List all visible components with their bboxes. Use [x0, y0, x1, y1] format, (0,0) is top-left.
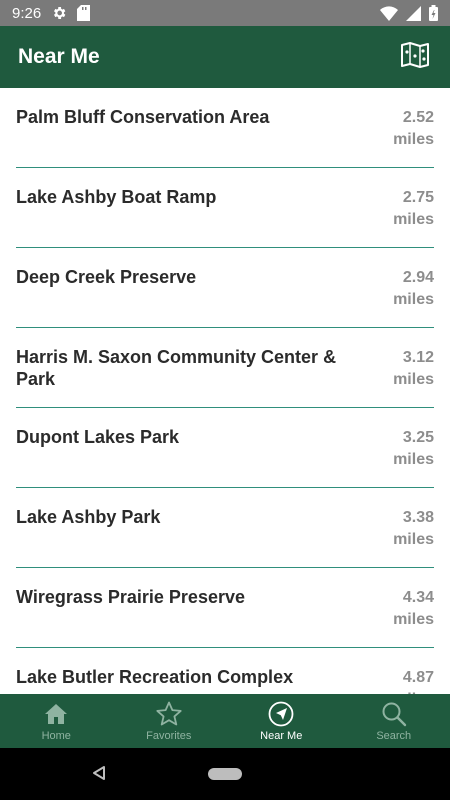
- map-icon: [400, 41, 430, 74]
- back-icon[interactable]: [92, 765, 106, 786]
- status-time: 9:26: [12, 4, 42, 22]
- place-distance: 2.75 miles: [390, 186, 434, 247]
- list-item[interactable]: Lake Ashby Park 3.38 miles: [16, 488, 434, 568]
- distance-value: 3.38: [402, 509, 434, 526]
- tab-label: Favorites: [146, 729, 192, 742]
- map-button[interactable]: [398, 40, 432, 74]
- tab-favorites[interactable]: Favorites: [113, 694, 226, 748]
- gear-icon: [51, 5, 67, 21]
- places-list[interactable]: Palm Bluff Conservation Area 2.52 miles Lak…: [0, 88, 450, 694]
- list-item[interactable]: Lake Ashby Boat Ramp 2.75 miles: [16, 168, 434, 248]
- distance-value: 2.94: [402, 269, 434, 286]
- place-distance: 3.12 miles: [390, 346, 434, 407]
- place-distance: 4.87miles: [390, 666, 434, 694]
- signal-icon: [406, 5, 421, 21]
- tab-near-me[interactable]: Near Me: [225, 694, 338, 748]
- tab-label: Home: [41, 729, 71, 742]
- distance-unit: miles: [393, 291, 434, 308]
- distance-unit: miles: [393, 131, 434, 148]
- distance-value: 4.87: [402, 669, 434, 686]
- distance-value: 3.12: [402, 349, 434, 366]
- system-nav-bar: [0, 748, 450, 800]
- list-item[interactable]: Dupont Lakes Park 3.25 miles: [16, 408, 434, 488]
- list-item[interactable]: Deep Creek Preserve 2.94 miles: [16, 248, 434, 328]
- place-name: Dupont Lakes Park: [16, 427, 180, 447]
- list-item[interactable]: Wiregrass Prairie Preserve 4.34 miles: [16, 568, 434, 648]
- distance-unit: miles: [393, 371, 434, 388]
- distance-value: 4.34: [402, 589, 434, 606]
- distance-unit: miles: [393, 211, 434, 228]
- tab-home[interactable]: Home: [0, 694, 113, 748]
- search-icon: [381, 701, 407, 727]
- place-distance: 3.38 miles: [390, 506, 434, 567]
- star-icon: [156, 701, 182, 727]
- distance-value: 3.25: [402, 429, 434, 446]
- place-name: Wiregrass Prairie Preserve: [16, 587, 245, 607]
- place-name: Lake Ashby Park: [16, 507, 161, 527]
- page-title: Near Me: [18, 45, 100, 68]
- distance-value: 2.75: [402, 189, 434, 206]
- bottom-nav: Home Favorites Near Me Search: [0, 694, 450, 748]
- place-distance: 2.52 miles: [390, 106, 434, 167]
- app-bar: Near Me: [0, 26, 450, 88]
- distance-unit: miles: [393, 451, 434, 468]
- list-item[interactable]: Lake Butler Recreation Complex 4.87miles: [16, 648, 434, 694]
- place-name: Lake Butler Recreation Complex: [16, 667, 294, 687]
- place-name: Palm Bluff Conservation Area: [16, 107, 270, 127]
- battery-icon: [429, 5, 438, 21]
- status-bar: 9:26: [0, 0, 450, 26]
- tab-label: Near Me: [260, 729, 303, 742]
- sd-card-icon: [77, 5, 91, 21]
- place-name: Lake Ashby Boat Ramp: [16, 187, 217, 207]
- place-name: Deep Creek Preserve: [16, 267, 197, 287]
- tab-label: Search: [376, 729, 412, 742]
- list-item[interactable]: Harris M. Saxon Community Center & Park 3…: [16, 328, 434, 408]
- place-distance: 3.25 miles: [390, 426, 434, 487]
- distance-unit: miles: [393, 531, 434, 548]
- distance-unit: miles: [393, 611, 434, 628]
- place-distance: 4.34 miles: [390, 586, 434, 647]
- tab-search[interactable]: Search: [338, 694, 450, 748]
- place-distance: 2.94 miles: [390, 266, 434, 327]
- distance-value: 2.52: [402, 109, 434, 126]
- home-pill-button[interactable]: [208, 768, 242, 780]
- navigation-icon: [268, 701, 294, 727]
- wifi-icon: [380, 5, 398, 21]
- place-name: Harris M. Saxon Community Center & Park: [16, 347, 337, 389]
- home-icon: [43, 701, 69, 727]
- list-item[interactable]: Palm Bluff Conservation Area 2.52 miles: [16, 88, 434, 168]
